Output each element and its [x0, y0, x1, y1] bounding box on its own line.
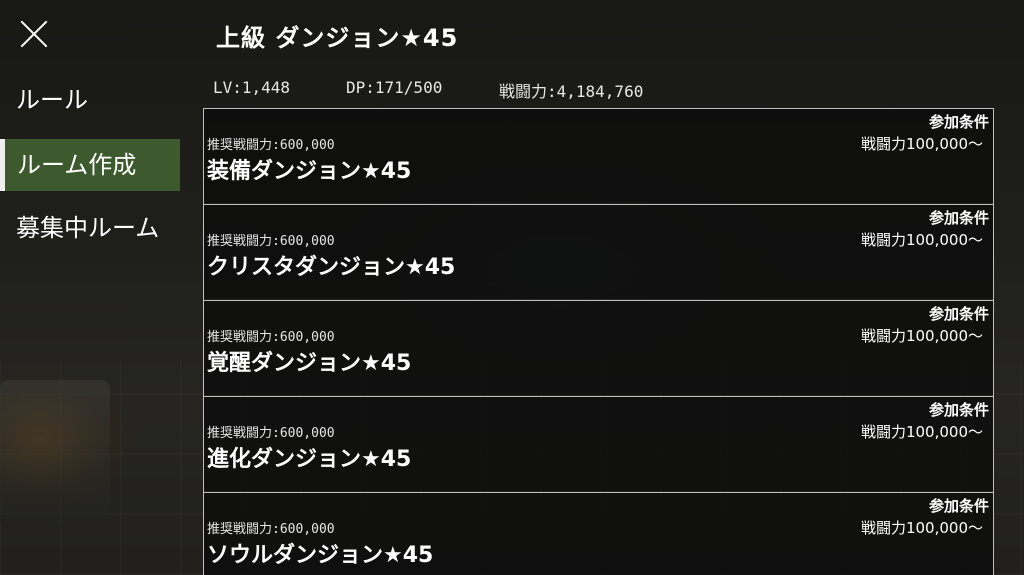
- power-stat: 戦闘力:4,184,760: [499, 82, 644, 101]
- sidebar-item-create-room[interactable]: ルーム作成: [0, 139, 180, 191]
- recommended-power: 推奨戦闘力:600,000: [207, 138, 335, 153]
- dungeon-card-soul[interactable]: 参加条件 戦闘力100,000〜 推奨戦闘力:600,000 ソウルダンジョン★…: [204, 492, 993, 575]
- condition-label: 参加条件: [928, 113, 989, 131]
- condition-value: 戦闘力100,000〜: [860, 423, 983, 441]
- recommended-power: 推奨戦闘力:600,000: [207, 330, 335, 345]
- dp-stat: DP:171/500: [346, 78, 443, 97]
- dungeon-name: 覚醒ダンジョン★45: [207, 351, 412, 376]
- dungeon-name: 装備ダンジョン★45: [207, 159, 412, 184]
- condition-label: 参加条件: [928, 401, 989, 419]
- level-stat: LV:1,448: [213, 78, 291, 97]
- dungeon-card-awakening[interactable]: 参加条件 戦闘力100,000〜 推奨戦闘力:600,000 覚醒ダンジョン★4…: [204, 300, 993, 395]
- dungeon-name: クリスタダンジョン★45: [207, 255, 456, 280]
- dungeon-card-evolution[interactable]: 参加条件 戦闘力100,000〜 推奨戦闘力:600,000 進化ダンジョン★4…: [204, 396, 993, 491]
- close-button[interactable]: [18, 18, 50, 50]
- recommended-power: 推奨戦闘力:600,000: [207, 426, 335, 441]
- condition-label: 参加条件: [928, 497, 989, 515]
- dungeon-list: 参加条件 戦闘力100,000〜 推奨戦闘力:600,000 装備ダンジョン★4…: [203, 108, 994, 575]
- condition-value: 戦闘力100,000〜: [860, 135, 983, 153]
- dungeon-card-equipment[interactable]: 参加条件 戦闘力100,000〜 推奨戦闘力:600,000 装備ダンジョン★4…: [204, 108, 993, 203]
- condition-value: 戦闘力100,000〜: [860, 519, 983, 537]
- sidebar-item-rules[interactable]: ルール: [0, 74, 180, 126]
- dungeon-card-crysta[interactable]: 参加条件 戦闘力100,000〜 推奨戦闘力:600,000 クリスタダンジョン…: [204, 204, 993, 299]
- condition-value: 戦闘力100,000〜: [860, 231, 983, 249]
- sidebar-item-recruiting-rooms[interactable]: 募集中ルーム: [0, 202, 180, 254]
- condition-value: 戦闘力100,000〜: [860, 327, 983, 345]
- condition-label: 参加条件: [928, 209, 989, 227]
- dungeon-name: 進化ダンジョン★45: [207, 447, 412, 472]
- recommended-power: 推奨戦闘力:600,000: [207, 522, 335, 537]
- recommended-power: 推奨戦闘力:600,000: [207, 234, 335, 249]
- condition-label: 参加条件: [928, 305, 989, 323]
- dungeon-name: ソウルダンジョン★45: [207, 543, 434, 568]
- page-title: 上級 ダンジョン★45: [216, 24, 459, 52]
